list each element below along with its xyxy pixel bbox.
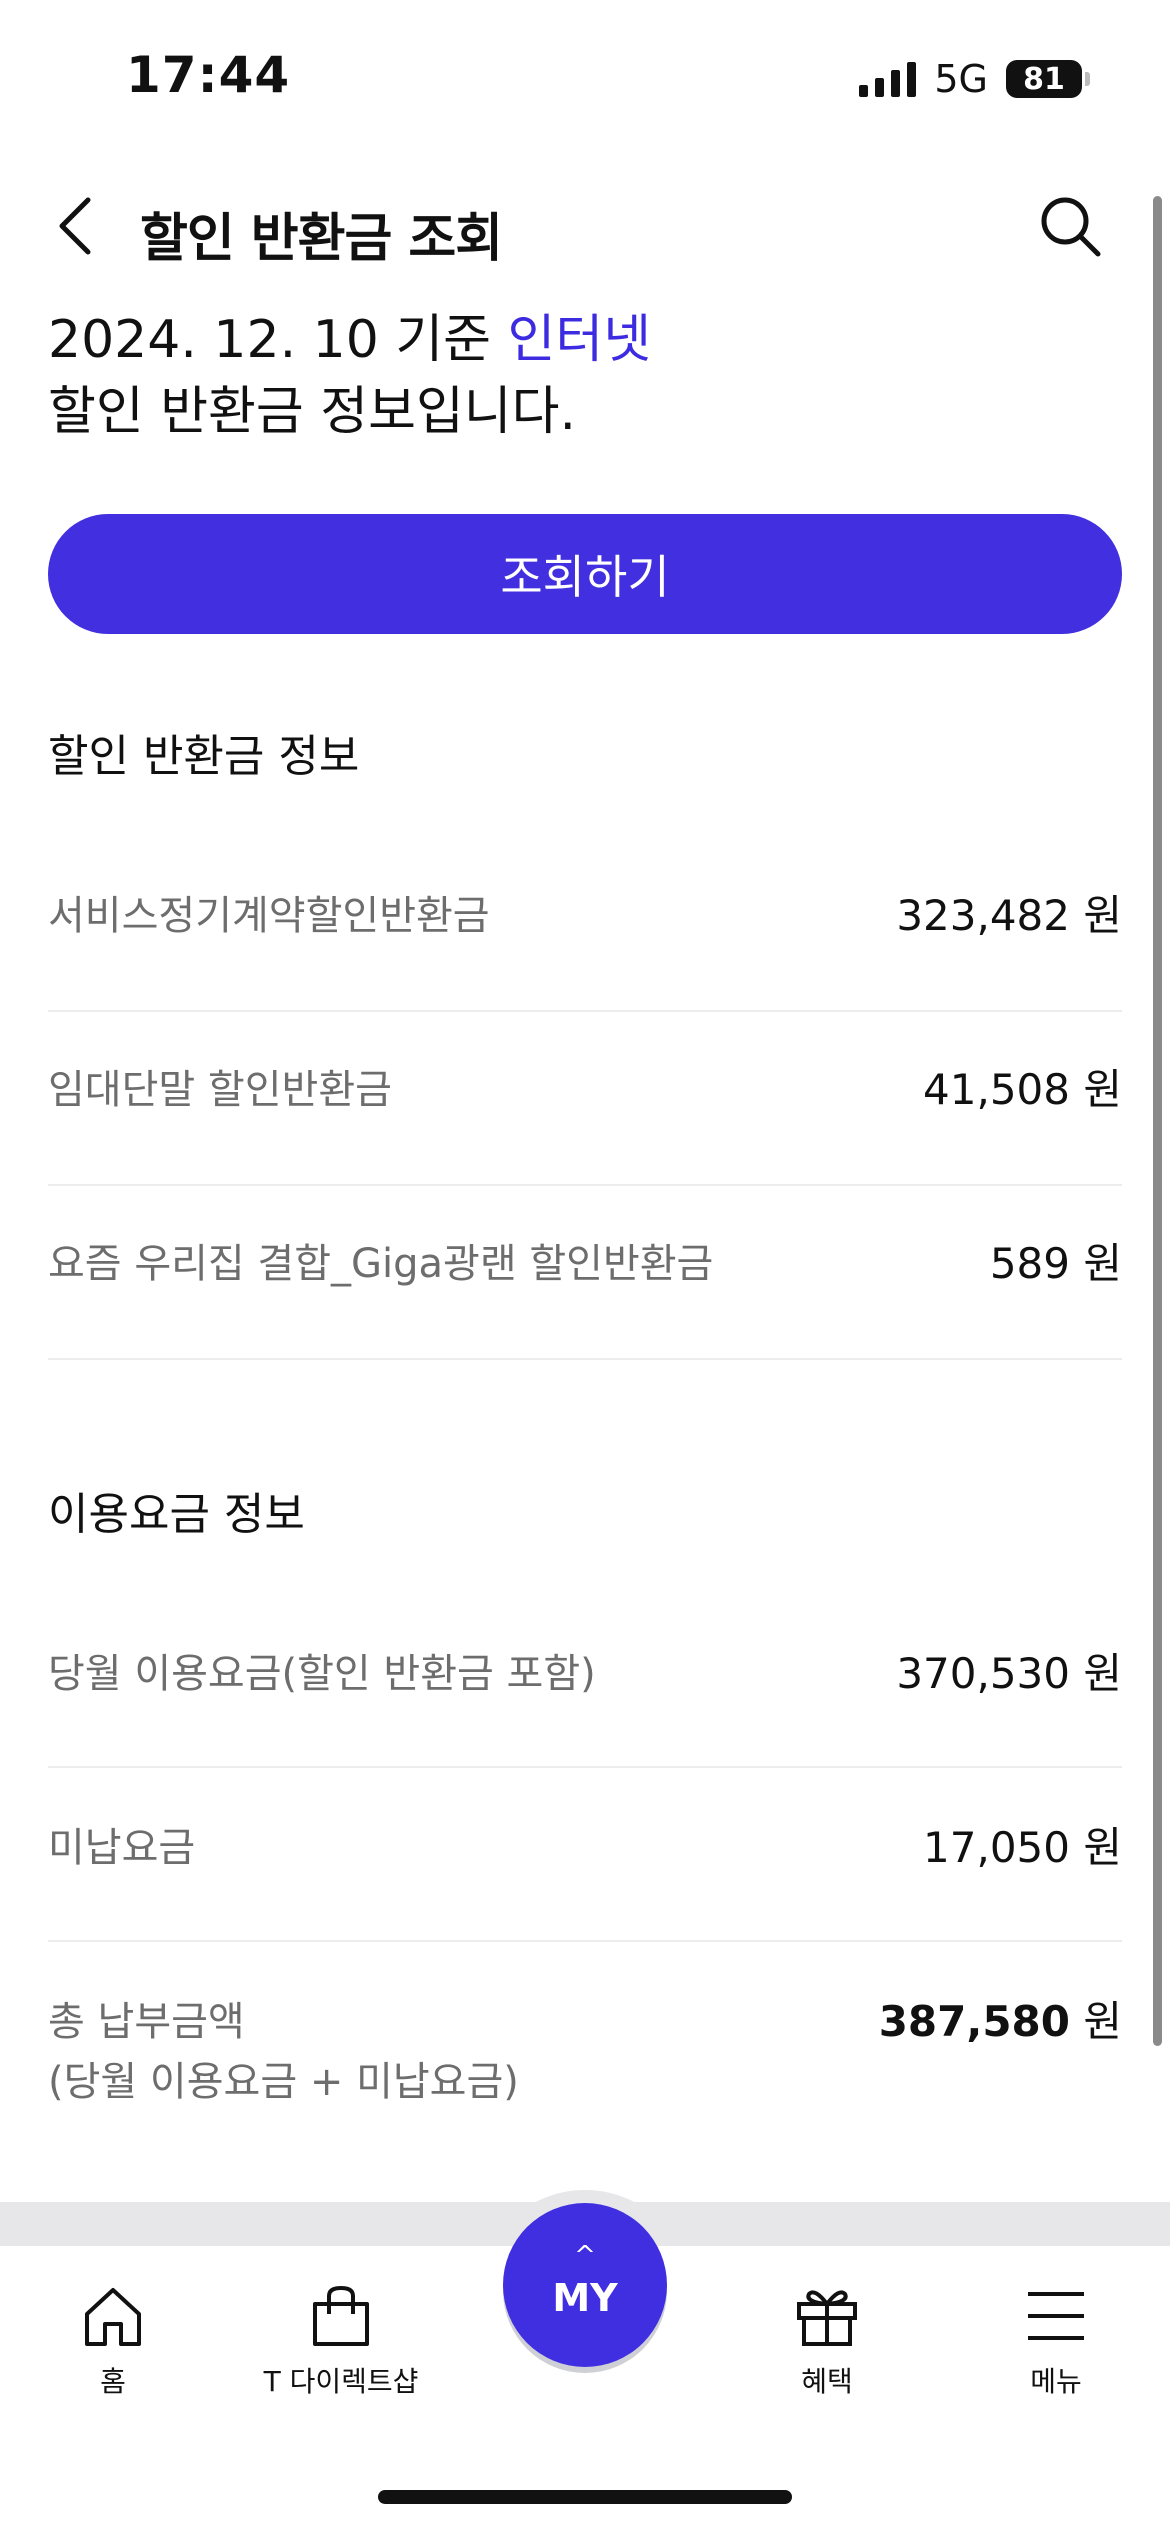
battery-level: 81 (1006, 60, 1082, 98)
gift-icon (797, 2290, 857, 2346)
chevron-left-icon (59, 197, 91, 255)
menu-icon (1028, 2292, 1084, 2340)
status-indicators: 5G 81 (859, 54, 1090, 104)
intro-service: 인터넷 (507, 310, 652, 370)
page-title: 할인 반환금 조회 (140, 209, 503, 269)
nav-item-direct-shop[interactable]: T 다이렉트샵 (241, 2284, 441, 2400)
fee-section-title: 이용요금 정보 (48, 1489, 305, 1540)
home-icon (85, 2288, 141, 2346)
row-label: 미납요금 (48, 1825, 196, 1871)
row-value: 589 원 (989, 1239, 1122, 1288)
shopping-bag-icon (313, 2285, 369, 2346)
discount-section-title: 할인 반환금 정보 (48, 731, 360, 782)
signal-icon (859, 61, 917, 97)
discount-row: 임대단말 할인반환금 41,508 원 (48, 1060, 1122, 1120)
row-label: 임대단말 할인반환금 (48, 1067, 392, 1113)
back-button[interactable] (40, 186, 112, 266)
chevron-up-icon: ^ (574, 2241, 596, 2271)
nav-item-menu[interactable]: 메뉴 (956, 2284, 1156, 2400)
row-value: 323,482 원 (896, 891, 1122, 940)
total-label: 총 납부금액 (당월 이용요금 + 미납요금) (48, 1999, 519, 2105)
row-value: 17,050 원 (923, 1823, 1122, 1872)
intro-text: 2024. 12. 10 기준 인터넷 할인 반환금 정보입니다. (48, 304, 651, 448)
divider (48, 1010, 1122, 1012)
nav-label: 혜택 (801, 2365, 853, 2398)
row-label: 서비스정기계약할인반환금 (48, 893, 490, 939)
nav-label: 메뉴 (1030, 2365, 1082, 2398)
battery-icon: 81 (1006, 60, 1090, 98)
nav-label: T 다이렉트샵 (263, 2365, 419, 2398)
fee-row: 당월 이용요금(할인 반환금 포함) 370,530 원 (48, 1644, 1122, 1704)
row-value: 370,530 원 (896, 1649, 1122, 1698)
divider (48, 1358, 1122, 1360)
network-type: 5G (934, 57, 988, 101)
discount-row: 요즘 우리집 결합_Giga광랜 할인반환금 589 원 (48, 1234, 1122, 1294)
search-button[interactable] (1030, 186, 1110, 266)
nav-item-benefits[interactable]: 혜택 (727, 2284, 927, 2400)
intro-line2: 할인 반환금 정보입니다. (48, 382, 576, 442)
divider (48, 1766, 1122, 1768)
nav-label: 홈 (100, 2365, 126, 2398)
fee-row: 미납요금 17,050 원 (48, 1818, 1122, 1878)
divider (48, 1184, 1122, 1186)
search-icon (1041, 197, 1101, 257)
total-row: 총 납부금액 (당월 이용요금 + 미납요금) 387,580 원 (48, 1992, 1122, 2112)
row-label: 당월 이용요금(할인 반환금 포함) (48, 1651, 596, 1697)
intro-date: 2024. 12. 10 기준 (48, 310, 508, 370)
nav-item-home[interactable]: 홈 (13, 2284, 213, 2400)
divider (48, 1940, 1122, 1942)
row-label: 요즘 우리집 결합_Giga광랜 할인반환금 (48, 1241, 714, 1287)
discount-row: 서비스정기계약할인반환금 323,482 원 (48, 886, 1122, 946)
status-time: 17:44 (126, 46, 291, 104)
row-value: 41,508 원 (923, 1065, 1122, 1114)
lookup-button[interactable]: 조회하기 (48, 514, 1122, 634)
my-button[interactable]: ^ MY (503, 2203, 667, 2367)
total-value: 387,580 원 (878, 1997, 1122, 2046)
home-indicator (378, 2490, 792, 2504)
scrollbar[interactable] (1153, 196, 1162, 2046)
my-label: MY (552, 2276, 618, 2320)
